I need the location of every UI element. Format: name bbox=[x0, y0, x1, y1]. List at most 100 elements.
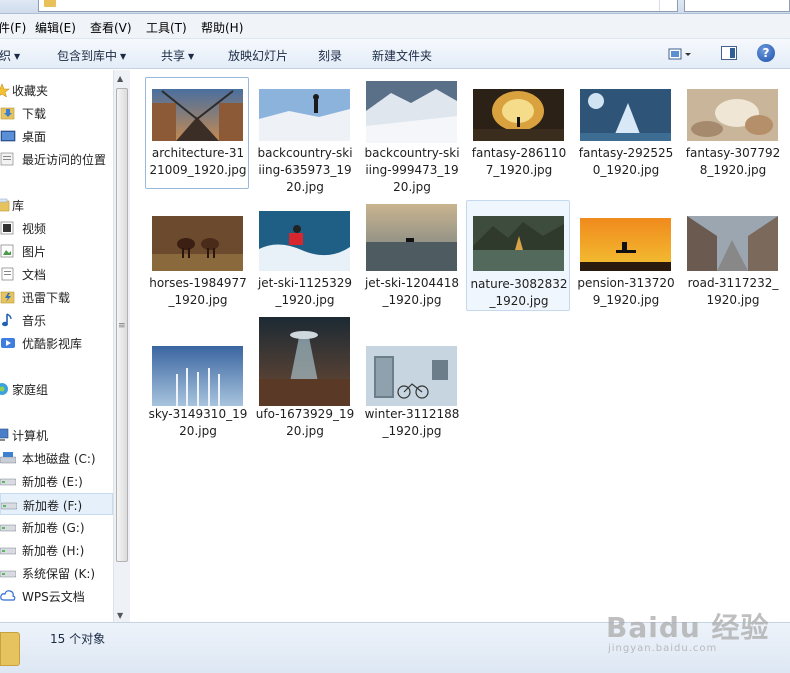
change-view-icon[interactable] bbox=[668, 47, 692, 61]
file-item[interactable]: ufo-1673929_19 20.jpg bbox=[252, 317, 357, 450]
file-item[interactable]: winter-3112188 _1920.jpg bbox=[359, 338, 463, 450]
chevron-down-icon: ▼ bbox=[188, 52, 195, 61]
nav-homegroup-label: 家庭组 bbox=[12, 383, 49, 397]
file-name: architecture-31 21009_1920.jpg bbox=[146, 145, 250, 179]
nav-drive-k[interactable]: 系统保留 (K:) bbox=[0, 562, 113, 584]
address-bar[interactable] bbox=[38, 0, 678, 12]
nav-drive-h[interactable]: 新加卷 (H:) bbox=[0, 539, 113, 561]
search-input[interactable] bbox=[684, 0, 790, 12]
file-name-line: architecture-31 bbox=[151, 146, 245, 160]
file-item[interactable]: architecture-31 21009_1920.jpg bbox=[145, 77, 249, 189]
watermark-brand: Baidu 经验 bbox=[606, 611, 770, 644]
nav-desktop[interactable]: 桌面 bbox=[0, 125, 113, 147]
preview-pane-icon[interactable] bbox=[721, 46, 737, 60]
address-strip bbox=[0, 0, 790, 14]
file-item[interactable]: pension-313720 9_1920.jpg bbox=[573, 207, 677, 319]
file-item[interactable]: fantasy-292525 0_1920.jpg bbox=[573, 77, 677, 189]
scroll-grip-icon: ≡ bbox=[118, 321, 125, 331]
nav-drive-h-label: 新加卷 (H:) bbox=[22, 544, 85, 558]
homegroup-icon bbox=[0, 383, 8, 395]
slideshow-button[interactable]: 放映幻灯片 bbox=[228, 47, 288, 64]
file-name-line: road-3117232_ bbox=[687, 276, 779, 290]
file-item[interactable]: horses-1984977 _1920.jpg bbox=[145, 207, 249, 319]
file-item[interactable]: fantasy-286110 7_1920.jpg bbox=[466, 77, 570, 189]
file-name: horses-1984977 _1920.jpg bbox=[146, 275, 250, 309]
nav-drive-f-label: 新加卷 (F:) bbox=[23, 499, 83, 513]
address-dropdown-button[interactable] bbox=[659, 0, 677, 11]
scroll-up-arrow-icon[interactable]: ▲ bbox=[117, 74, 123, 83]
nav-drive-c[interactable]: 本地磁盘 (C:) bbox=[0, 447, 113, 469]
nav-scrollbar[interactable]: ▲ ≡ ▼ bbox=[113, 70, 130, 622]
file-name: road-3117232_ 1920.jpg bbox=[681, 275, 785, 309]
file-name-line: 9_1920.jpg bbox=[592, 293, 660, 307]
folder-icon bbox=[0, 632, 20, 666]
nav-wps-cloud[interactable]: WPS云文档 bbox=[0, 585, 113, 607]
share-button[interactable]: 共享 ▼ bbox=[161, 47, 194, 64]
nav-videos-label: 视频 bbox=[22, 222, 47, 236]
image-thumbnail bbox=[366, 346, 457, 406]
include-library-button[interactable]: 包含到库中 ▼ bbox=[57, 47, 126, 64]
file-item[interactable]: sky-3149310_19 20.jpg bbox=[145, 338, 249, 450]
image-thumbnail bbox=[259, 89, 350, 141]
nav-favorites[interactable]: 收藏夹 bbox=[0, 79, 113, 101]
nav-desktop-label: 桌面 bbox=[22, 130, 47, 144]
nav-drive-e[interactable]: 新加卷 (E:) bbox=[0, 470, 113, 492]
file-name: ufo-1673929_19 20.jpg bbox=[253, 406, 357, 440]
image-thumbnail bbox=[366, 204, 457, 271]
burn-button[interactable]: 刻录 bbox=[318, 47, 342, 64]
image-thumbnail bbox=[259, 317, 350, 406]
image-thumbnail bbox=[473, 89, 564, 141]
nav-thunder-downloads[interactable]: 迅雷下载 bbox=[0, 286, 113, 308]
file-name-line: _1920.jpg bbox=[168, 293, 228, 307]
file-item[interactable]: nature-3082832 _1920.jpg bbox=[466, 200, 570, 311]
nav-favorites-label: 收藏夹 bbox=[12, 84, 49, 98]
help-icon[interactable]: ? bbox=[757, 44, 775, 62]
nav-drive-f[interactable]: 新加卷 (F:) bbox=[0, 493, 113, 515]
image-thumbnail bbox=[152, 89, 243, 141]
image-thumbnail bbox=[366, 81, 457, 143]
pictures-icon bbox=[0, 244, 14, 258]
file-item[interactable]: fantasy-307792 8_1920.jpg bbox=[680, 77, 784, 189]
file-item[interactable]: jet-ski-1204418 _1920.jpg bbox=[359, 204, 463, 319]
nav-drive-g[interactable]: 新加卷 (G:) bbox=[0, 516, 113, 538]
desktop-icon bbox=[0, 130, 16, 142]
nav-documents[interactable]: 文档 bbox=[0, 263, 113, 285]
thunder-download-icon bbox=[0, 291, 15, 304]
file-name-line: nature-3082832 bbox=[470, 277, 568, 291]
nav-pictures[interactable]: 图片 bbox=[0, 240, 113, 262]
nav-videos[interactable]: 视频 bbox=[0, 217, 113, 239]
scroll-down-arrow-icon[interactable]: ▼ bbox=[117, 611, 123, 620]
file-item[interactable]: backcountry-ski iing-635973_19 20.jpg bbox=[252, 77, 356, 194]
organize-button[interactable]: 织 ▼ bbox=[0, 47, 20, 64]
star-icon bbox=[0, 83, 10, 97]
nav-music[interactable]: 音乐 bbox=[0, 309, 113, 331]
file-name-line: iing-635973_19 bbox=[258, 163, 352, 177]
nav-drive-g-label: 新加卷 (G:) bbox=[22, 521, 85, 535]
file-item[interactable]: road-3117232_ 1920.jpg bbox=[680, 207, 784, 319]
file-name-line: fantasy-307792 bbox=[685, 146, 781, 160]
menu-edit[interactable]: 编辑(E) bbox=[35, 19, 76, 36]
menu-help[interactable]: 帮助(H) bbox=[201, 19, 243, 36]
nav-youku[interactable]: 优酷影视库 bbox=[0, 332, 113, 354]
drive-icon bbox=[0, 570, 16, 578]
include-library-label: 包含到库中 bbox=[57, 49, 118, 63]
file-item[interactable]: jet-ski-1125329 _1920.jpg bbox=[252, 207, 356, 319]
nav-recent[interactable]: 最近访问的位置 bbox=[0, 148, 113, 170]
drive-icon bbox=[0, 547, 16, 555]
nav-libraries[interactable]: 库 bbox=[0, 194, 113, 216]
menu-tools[interactable]: 工具(T) bbox=[146, 19, 187, 36]
file-name: jet-ski-1125329 _1920.jpg bbox=[253, 275, 357, 309]
image-thumbnail bbox=[152, 216, 243, 271]
nav-homegroup[interactable]: 家庭组 bbox=[0, 378, 113, 400]
menu-view[interactable]: 查看(V) bbox=[90, 19, 132, 36]
file-name-line: sky-3149310_19 bbox=[148, 407, 248, 421]
downloads-folder-icon bbox=[0, 107, 15, 120]
nav-downloads[interactable]: 下载 bbox=[0, 102, 113, 124]
new-folder-button[interactable]: 新建文件夹 bbox=[372, 47, 432, 64]
menu-file[interactable]: 件(F) bbox=[0, 19, 26, 36]
file-name-line: 1920.jpg bbox=[706, 293, 760, 307]
music-note-icon bbox=[2, 313, 12, 327]
file-item[interactable]: backcountry-ski iing-999473_19 20.jpg bbox=[359, 77, 463, 194]
wps-cloud-icon bbox=[0, 590, 16, 601]
nav-computer[interactable]: 计算机 bbox=[0, 424, 113, 446]
